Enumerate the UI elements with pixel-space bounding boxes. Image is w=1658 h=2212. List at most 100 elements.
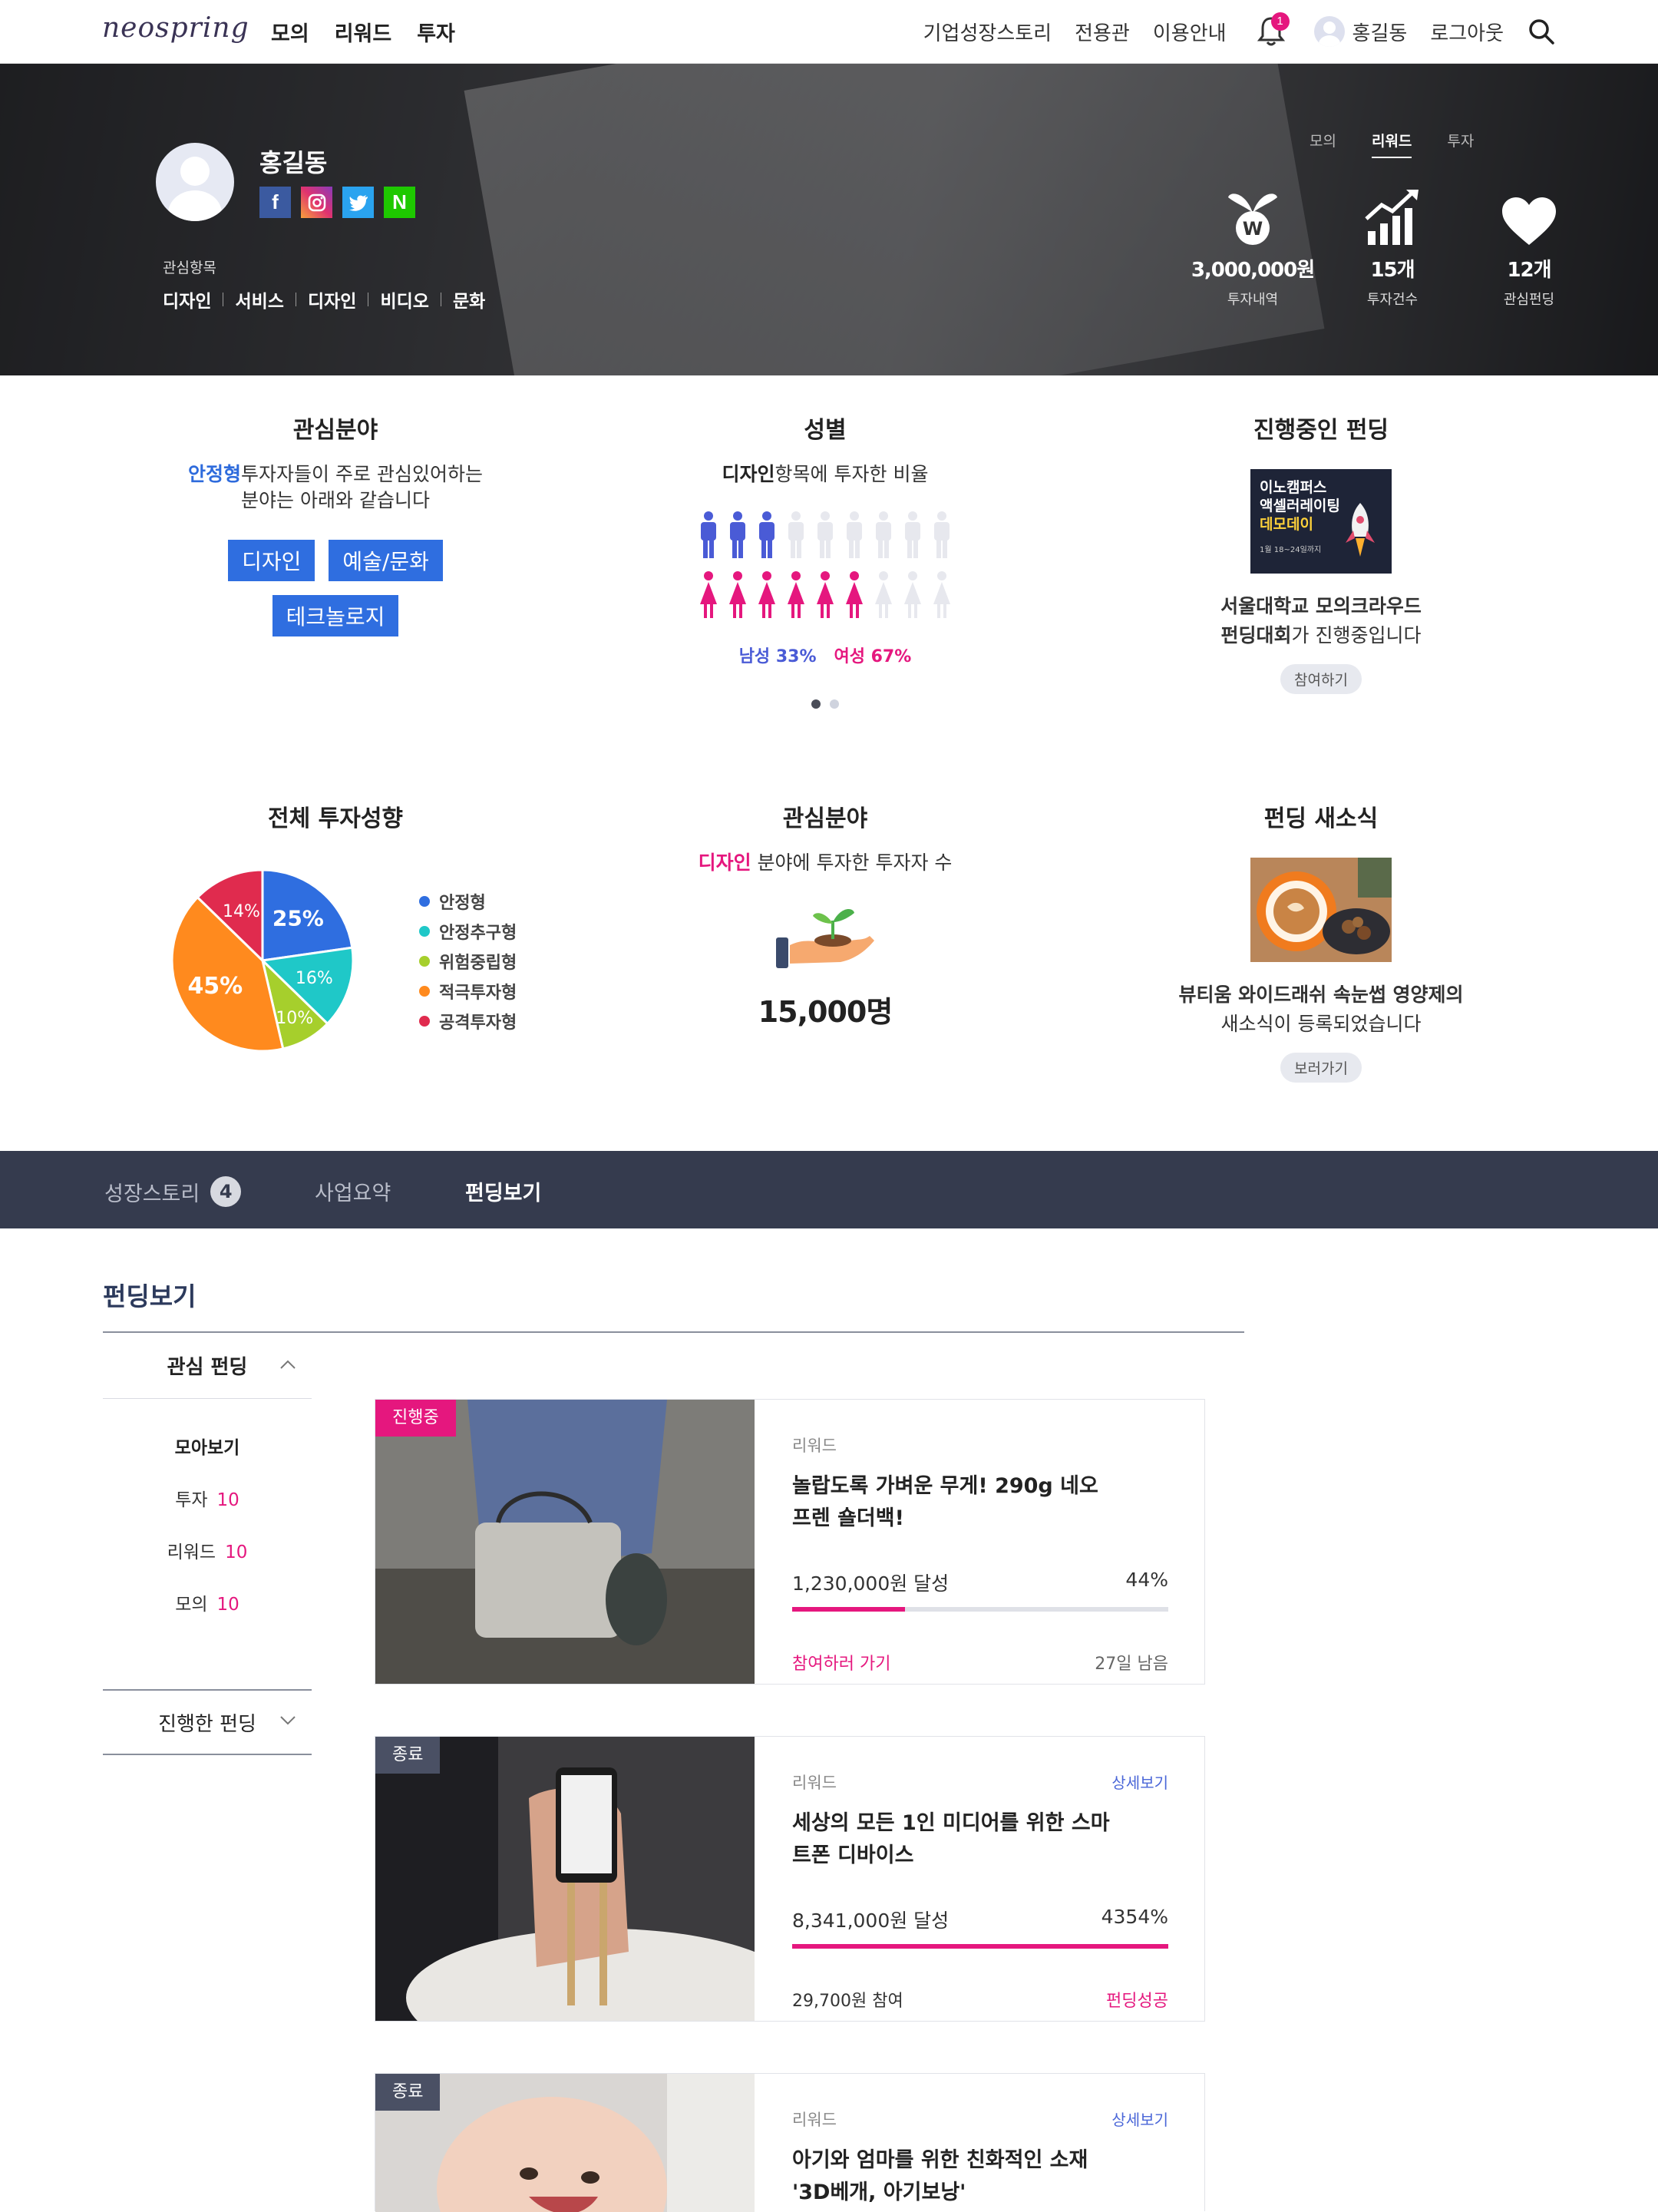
tab-mock[interactable]: 모의 bbox=[1310, 130, 1336, 158]
pie-svg: 25% 16% 10% 45% 14% bbox=[170, 868, 355, 1053]
tab-funding-view[interactable]: 펀딩보기 bbox=[465, 1176, 541, 1206]
user-name[interactable]: 홍길동 bbox=[1352, 18, 1408, 46]
ongoing-funding-thumbnail[interactable]: 이노캠퍼스 액셀러레이팅 데모데이 1월 18~24일까지 bbox=[1250, 469, 1392, 574]
rocket-icon bbox=[1346, 503, 1375, 557]
interest-item: 디자인 bbox=[163, 292, 212, 312]
facebook-icon[interactable]: f bbox=[259, 187, 291, 218]
funding-result: 펀딩성공 bbox=[1106, 1992, 1168, 2011]
profile-tabs: 모의 리워드 투자 bbox=[1310, 130, 1474, 158]
card-title: 진행중인 펀딩 bbox=[1253, 417, 1389, 444]
interest-item: 서비스 bbox=[235, 292, 284, 312]
legend-item: 안정추구형 bbox=[419, 916, 517, 946]
notification-badge: 1 bbox=[1270, 12, 1290, 31]
filter-reward[interactable]: 리워드 10 bbox=[103, 1537, 312, 1589]
liked-funding-toggle[interactable]: 관심 펀딩 bbox=[103, 1333, 312, 1399]
status-badge: 진행중 bbox=[375, 1400, 456, 1437]
funding-card[interactable]: 종료 리워드 상세보기 세상의 모든 1인 미디어를 위한 스마트폰 디바이스 … bbox=[375, 1736, 1205, 2022]
card-title: 관심분야 bbox=[292, 417, 378, 444]
tag-button[interactable]: 디자인 bbox=[228, 540, 315, 581]
carousel-dots[interactable] bbox=[610, 699, 1040, 709]
female-figure-icon bbox=[933, 571, 950, 618]
investor-count: 15,000명 bbox=[758, 995, 893, 1029]
twitter-icon[interactable] bbox=[342, 187, 374, 218]
naver-icon[interactable]: N bbox=[384, 187, 415, 218]
funding-card[interactable]: 종료 리워드 상세보기 아기와 엄마를 위한 친화적인 소재 '3D베개, 아기… bbox=[375, 2073, 1205, 2212]
female-figure-icon bbox=[729, 571, 746, 618]
female-figure-icon bbox=[788, 571, 804, 618]
my-funding-toggle[interactable]: 진행한 펀딩 bbox=[103, 1689, 312, 1755]
funding-news-card: 펀딩 새소식 뷰티움 와이드래쉬 속눈썹 영양제의 새소식이 등록되었습니다 보러… bbox=[1106, 799, 1536, 1083]
search-icon[interactable] bbox=[1527, 17, 1556, 46]
join-link[interactable]: 참여하러 가기 bbox=[792, 1650, 890, 1675]
funding-title[interactable]: 아기와 엄마를 위한 친화적인 소재 '3D베개, 아기보낭' bbox=[792, 2144, 1115, 2209]
male-figure-icon bbox=[934, 511, 950, 558]
svg-text:W: W bbox=[1243, 218, 1263, 240]
join-button[interactable]: 참여하기 bbox=[1280, 664, 1362, 694]
gender-card: 성별 디자인항목에 투자한 비율 남성 33% 여성 67% bbox=[610, 411, 1040, 709]
tab-growth-story[interactable]: 성장스토리 4 bbox=[104, 1176, 242, 1207]
funding-amount: 8,341,000원 달성 bbox=[792, 1909, 950, 1932]
ongoing-funding-card: 진행중인 펀딩 이노캠퍼스 액셀러레이팅 데모데이 1월 18~24일까지 서울… bbox=[1106, 411, 1536, 694]
profile-avatar bbox=[156, 143, 234, 221]
filter-all[interactable]: 모아보기 bbox=[103, 1433, 312, 1485]
overall-tendency-card: 전체 투자성향 bbox=[121, 799, 550, 833]
funding-amount: 1,230,000원 달성 bbox=[792, 1572, 950, 1595]
tab-invest[interactable]: 투자 bbox=[1447, 130, 1474, 158]
nav-invest[interactable]: 투자 bbox=[417, 17, 455, 47]
pie-label-3: 45% bbox=[187, 973, 243, 1000]
social-links: f N bbox=[259, 187, 415, 218]
instagram-icon[interactable] bbox=[301, 187, 332, 218]
funding-category: 리워드 bbox=[792, 1437, 837, 1455]
funding-card[interactable]: 진행중 리워드 놀랍도록 가벼운 무게! 290g 네오프렌 숄더백! 1,23… bbox=[375, 1399, 1205, 1685]
interest-item: 디자인 bbox=[307, 292, 357, 312]
female-figure-icon bbox=[700, 571, 717, 618]
tag-button[interactable]: 예술/문화 bbox=[329, 540, 443, 581]
funding-progress: 8,341,000원 달성 4354% bbox=[792, 1906, 1168, 1949]
detail-link[interactable]: 상세보기 bbox=[1111, 1771, 1168, 1793]
heart-icon bbox=[1460, 187, 1598, 246]
stat-value: 12개 bbox=[1507, 259, 1551, 282]
funding-title[interactable]: 놀랍도록 가벼운 무게! 290g 네오프렌 숄더백! bbox=[792, 1470, 1115, 1535]
male-pictogram-row bbox=[699, 511, 952, 564]
interest-item: 문화 bbox=[452, 292, 486, 312]
detail-link[interactable]: 상세보기 bbox=[1111, 2108, 1168, 2130]
male-figure-icon bbox=[817, 511, 833, 558]
news-thumbnail[interactable] bbox=[1250, 858, 1392, 962]
filter-mock[interactable]: 모의 10 bbox=[103, 1589, 312, 1642]
filter-invest[interactable]: 투자 10 bbox=[103, 1485, 312, 1537]
tab-business-summary[interactable]: 사업요약 bbox=[315, 1176, 391, 1206]
stat-label: 투자건수 bbox=[1366, 292, 1419, 308]
legend-item: 위험중립형 bbox=[419, 946, 517, 976]
story-count-badge: 4 bbox=[210, 1176, 242, 1207]
pie-legend: 안정형 안정추구형 위험중립형 적극투자형 공격투자형 bbox=[419, 886, 517, 1036]
investor-type: 안정형 bbox=[188, 463, 242, 485]
pie-label-0: 25% bbox=[272, 905, 324, 931]
male-figure-icon bbox=[788, 511, 804, 558]
logout-link[interactable]: 로그아웃 bbox=[1430, 18, 1504, 46]
chevron-down-icon bbox=[280, 1716, 296, 1725]
funding-title[interactable]: 세상의 모든 1인 미디어를 위한 스마트폰 디바이스 bbox=[792, 1807, 1115, 1872]
female-figure-icon bbox=[817, 571, 834, 618]
sprout-hand-icon bbox=[771, 898, 879, 974]
nav-mock[interactable]: 모의 bbox=[271, 17, 309, 47]
female-figure-icon bbox=[875, 571, 892, 618]
tag-button[interactable]: 테크놀로지 bbox=[272, 595, 399, 636]
logo[interactable]: neospring bbox=[102, 12, 249, 44]
card-title: 관심분야 bbox=[782, 805, 868, 832]
male-figure-icon bbox=[759, 511, 775, 558]
nav-growth-story[interactable]: 기업성장스토리 bbox=[923, 18, 1052, 46]
view-button[interactable]: 보러가기 bbox=[1280, 1053, 1362, 1083]
tab-reward[interactable]: 리워드 bbox=[1371, 130, 1412, 158]
stat-value: 3,000,000원 bbox=[1191, 259, 1315, 282]
user-avatar[interactable] bbox=[1313, 16, 1345, 47]
nav-guide[interactable]: 이용안내 bbox=[1153, 18, 1227, 46]
stat-label: 투자내역 bbox=[1227, 292, 1279, 308]
nav-exclusive[interactable]: 전용관 bbox=[1075, 18, 1130, 46]
status-badge: 종료 bbox=[375, 2074, 441, 2111]
card-title: 펀딩 새소식 bbox=[1263, 805, 1379, 832]
notification-bell-icon[interactable]: 1 bbox=[1256, 12, 1290, 48]
nav-reward[interactable]: 리워드 bbox=[335, 17, 392, 47]
legend-item: 공격투자형 bbox=[419, 1006, 517, 1036]
company-tabs: 성장스토리 4 사업요약 펀딩보기 bbox=[0, 1151, 1658, 1228]
pie-label-4: 14% bbox=[223, 902, 260, 921]
